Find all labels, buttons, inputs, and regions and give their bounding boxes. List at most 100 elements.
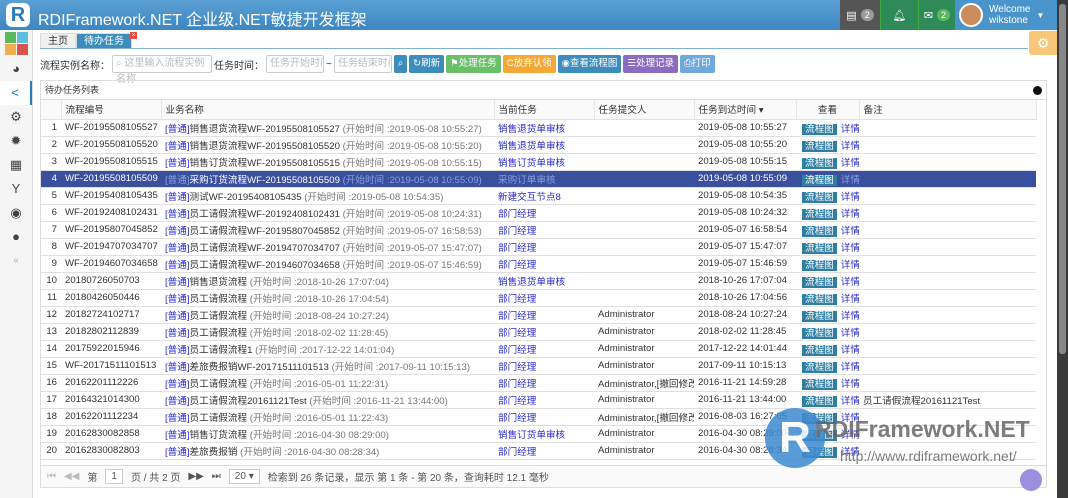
- table-row[interactable]: 15 WF-20171511101513 [普通]差旅费报销WF-201715111…: [41, 357, 1036, 375]
- start-time-input[interactable]: 任务开始时间: [266, 55, 324, 73]
- current-task-link[interactable]: 部门经理: [498, 226, 536, 237]
- flowchart-button[interactable]: 流程图: [802, 225, 837, 237]
- flowchart-button[interactable]: 流程图: [802, 327, 837, 339]
- table-row[interactable]: 19 20162830082858 [普通]销售订货流程 (开始时间 :2016-0…: [41, 425, 1036, 443]
- current-task-link[interactable]: 销售退货单审核: [498, 124, 565, 135]
- current-task-link[interactable]: 部门经理: [498, 328, 536, 339]
- table-row[interactable]: 6 WF-20192408102431 [普通]员工请假流程WF-201924081…: [41, 204, 1036, 222]
- flowchart-button[interactable]: 流程图: [802, 208, 837, 220]
- instance-search-input[interactable]: ⌕ 这里输入流程实例名称: [112, 55, 212, 85]
- column-header[interactable]: 查看: [796, 100, 860, 120]
- tiles-icon[interactable]: [5, 32, 28, 55]
- flowchart-button[interactable]: 流程图: [802, 174, 837, 186]
- current-task-link[interactable]: 新建交互节点8: [498, 192, 561, 203]
- table-row[interactable]: 7 WF-20195807045852 [普通]员工请假流程WF-201958070…: [41, 221, 1036, 239]
- page-scrollbar[interactable]: [1057, 0, 1068, 498]
- next-page-button[interactable]: ▶▶: [188, 471, 203, 482]
- current-task-link[interactable]: 部门经理: [498, 345, 536, 356]
- current-task-link[interactable]: 部门经理: [498, 260, 536, 271]
- detail-link[interactable]: 详情: [841, 294, 859, 305]
- flowchart-button[interactable]: 流程图: [802, 378, 837, 390]
- detail-link[interactable]: 详情: [841, 158, 859, 169]
- column-header[interactable]: 流程编号: [61, 100, 162, 120]
- flowchart-button[interactable]: 流程图: [802, 140, 837, 152]
- current-task-link[interactable]: 部门经理: [498, 447, 536, 458]
- last-page-button[interactable]: ⏭: [212, 471, 221, 482]
- current-task-link[interactable]: 部门经理: [498, 413, 536, 424]
- reject-claim-button[interactable]: C放弃认领: [502, 55, 556, 73]
- column-header[interactable]: 备注: [859, 100, 1037, 120]
- table-row[interactable]: 11 20180426050446 [普通]员工请假流程 (开始时间 :2018-1…: [41, 289, 1036, 307]
- badge-icon[interactable]: ✹: [0, 129, 32, 153]
- tasks-button[interactable]: ▤ 2: [840, 0, 880, 30]
- flowchart-button[interactable]: 流程图: [802, 344, 837, 356]
- current-task-link[interactable]: 部门经理: [498, 396, 536, 407]
- notifications-button[interactable]: 🔔︎: [880, 0, 918, 30]
- current-task-link[interactable]: 部门经理: [498, 379, 536, 390]
- records-button[interactable]: ☰处理记录: [623, 55, 678, 73]
- current-task-link[interactable]: 销售退货单审核: [498, 141, 565, 152]
- print-button[interactable]: ⎙打印: [679, 55, 715, 73]
- current-task-link[interactable]: 部门经理: [498, 311, 536, 322]
- end-time-input[interactable]: 任务结束时间: [333, 55, 392, 73]
- prev-page-button[interactable]: ◀◀: [64, 471, 79, 482]
- table-row[interactable]: 18 20162201112234 [普通]员工请假流程 (开始时间 :2016-0…: [41, 408, 1036, 426]
- table-row[interactable]: 13 20182802112839 [普通]员工请假流程 (开始时间 :2018-0…: [41, 323, 1036, 341]
- eye-icon[interactable]: ◉: [0, 201, 32, 225]
- column-header[interactable]: 任务提交人: [594, 100, 695, 120]
- detail-link[interactable]: 详情: [841, 260, 859, 271]
- current-task-link[interactable]: 部门经理: [498, 362, 536, 373]
- detail-link[interactable]: 详情: [841, 345, 859, 356]
- flowchart-button[interactable]: 流程图: [802, 395, 837, 407]
- detail-link[interactable]: 详情: [841, 396, 859, 407]
- table-row[interactable]: 9 WF-20194607034658 [普通]员工请假流程WF-201946070…: [41, 255, 1036, 273]
- column-header[interactable]: 当前任务: [494, 100, 595, 120]
- flowchart-button[interactable]: 流程图: [802, 242, 837, 254]
- share-icon[interactable]: <: [0, 81, 32, 105]
- current-task-link[interactable]: 销售退货单审核: [498, 277, 565, 288]
- tab-home[interactable]: 主页: [40, 33, 76, 49]
- chat-bubble-icon[interactable]: [1020, 469, 1042, 491]
- table-row[interactable]: 4 WF-20195508105509 [普通]采购订货流程WF-201955081…: [41, 170, 1036, 188]
- table-row[interactable]: 1 WF-20195508105527 [普通]销售退货流程WF-201955081…: [41, 119, 1036, 137]
- refresh-button[interactable]: ↻刷新: [409, 55, 445, 73]
- first-page-button[interactable]: ⏮: [47, 471, 56, 482]
- flowchart-button[interactable]: 流程图: [802, 361, 837, 373]
- flowchart-button[interactable]: 流程图: [802, 293, 837, 305]
- column-header[interactable]: 任务到达时间 ▾: [694, 100, 797, 120]
- detail-link[interactable]: 详情: [841, 277, 859, 288]
- flowchart-button[interactable]: 流程图: [802, 191, 837, 203]
- tab-todo[interactable]: 待办任务 ×: [76, 32, 137, 49]
- table-row[interactable]: 8 WF-20194707034707 [普通]员工请假流程WF-201947070…: [41, 238, 1036, 256]
- flowchart-button[interactable]: 流程图: [802, 123, 837, 135]
- flowchart-button[interactable]: 流程图: [802, 446, 837, 458]
- calendar-icon[interactable]: ▦: [0, 153, 32, 177]
- flowchart-button[interactable]: 流程图: [802, 429, 837, 441]
- table-row[interactable]: 3 WF-20195508105515 [普通]销售订货流程WF-201955081…: [41, 153, 1036, 171]
- table-row[interactable]: 14 20175922015946 [普通]员工请假流程1 (开始时间 :2017-…: [41, 340, 1036, 358]
- detail-link[interactable]: 详情: [841, 192, 859, 203]
- dashboard-icon[interactable]: ◕: [0, 57, 32, 81]
- table-row[interactable]: 16 20162201112226 [普通]员工请假流程 (开始时间 :2016-0…: [41, 374, 1036, 392]
- collapse-icon[interactable]: «: [0, 249, 32, 273]
- settings-gear-icon[interactable]: ⚙: [1029, 31, 1057, 55]
- view-flowchart-button[interactable]: ◉查看流程图: [557, 55, 622, 73]
- flowchart-button[interactable]: 流程图: [802, 259, 837, 271]
- flowchart-button[interactable]: 流程图: [802, 157, 837, 169]
- globe-icon[interactable]: ●: [0, 225, 32, 249]
- current-task-link[interactable]: 销售订货单审核: [498, 158, 565, 169]
- process-task-button[interactable]: ⚑处理任务: [446, 55, 501, 73]
- page-size-select[interactable]: 20 ▾: [228, 469, 260, 484]
- flowchart-button[interactable]: 流程图: [802, 412, 837, 424]
- flowchart-button[interactable]: 流程图: [802, 310, 837, 322]
- detail-link[interactable]: 详情: [841, 243, 859, 254]
- detail-link[interactable]: 详情: [841, 379, 859, 390]
- column-header[interactable]: 业务名称: [161, 100, 495, 120]
- table-row[interactable]: 12 20182724102717 [普通]员工请假流程 (开始时间 :2018-0…: [41, 306, 1036, 324]
- current-task-link[interactable]: 采购订单审核: [498, 175, 556, 186]
- detail-link[interactable]: 详情: [841, 226, 859, 237]
- table-row[interactable]: 5 WF-20195408105435 [普通]测试WF-2019540810543…: [41, 187, 1036, 205]
- flowchart-button[interactable]: 流程图: [802, 276, 837, 288]
- column-header[interactable]: [41, 100, 62, 120]
- search-button[interactable]: ⌕: [393, 55, 408, 73]
